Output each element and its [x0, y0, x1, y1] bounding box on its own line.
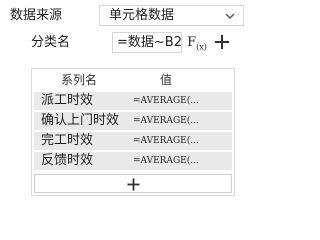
data-source-select[interactable]: 单元格数据 — [99, 5, 244, 26]
series-row[interactable]: 确认上门时效 =AVERAGE(... — [34, 112, 232, 130]
category-input-value: =数据~B2 — [117, 35, 182, 50]
fx-icon: F — [187, 35, 197, 50]
series-row-value: =AVERAGE(... — [133, 96, 199, 106]
plus-icon[interactable] — [212, 32, 232, 52]
formula-button[interactable]: F(x) — [186, 33, 208, 52]
series-row[interactable]: 完工时效 =AVERAGE(... — [34, 132, 232, 150]
series-row-name: 派工时效 — [41, 93, 94, 108]
chevron-down-icon — [225, 13, 235, 19]
series-name-header: 系列名 — [61, 73, 98, 87]
series-value-header: 值 — [160, 73, 173, 87]
data-source-label: 数据来源 — [10, 8, 63, 23]
fx-sub: (x) — [196, 42, 207, 52]
category-label: 分类名 — [31, 35, 71, 50]
series-row-name: 确认上门时效 — [41, 113, 120, 128]
series-row-value: =AVERAGE(... — [133, 136, 199, 146]
series-row[interactable]: 反馈时效 =AVERAGE(... — [34, 152, 232, 170]
series-row-name: 反馈时效 — [41, 153, 94, 168]
category-input[interactable]: =数据~B2 — [112, 32, 182, 53]
data-source-selected-value: 单元格数据 — [109, 8, 175, 23]
series-row-name: 完工时效 — [41, 133, 94, 148]
add-series-button[interactable] — [34, 174, 232, 193]
series-row-value: =AVERAGE(... — [133, 116, 199, 126]
series-row-value: =AVERAGE(... — [133, 156, 199, 166]
series-row[interactable]: 派工时效 =AVERAGE(... — [34, 92, 232, 110]
plus-icon — [127, 178, 140, 191]
